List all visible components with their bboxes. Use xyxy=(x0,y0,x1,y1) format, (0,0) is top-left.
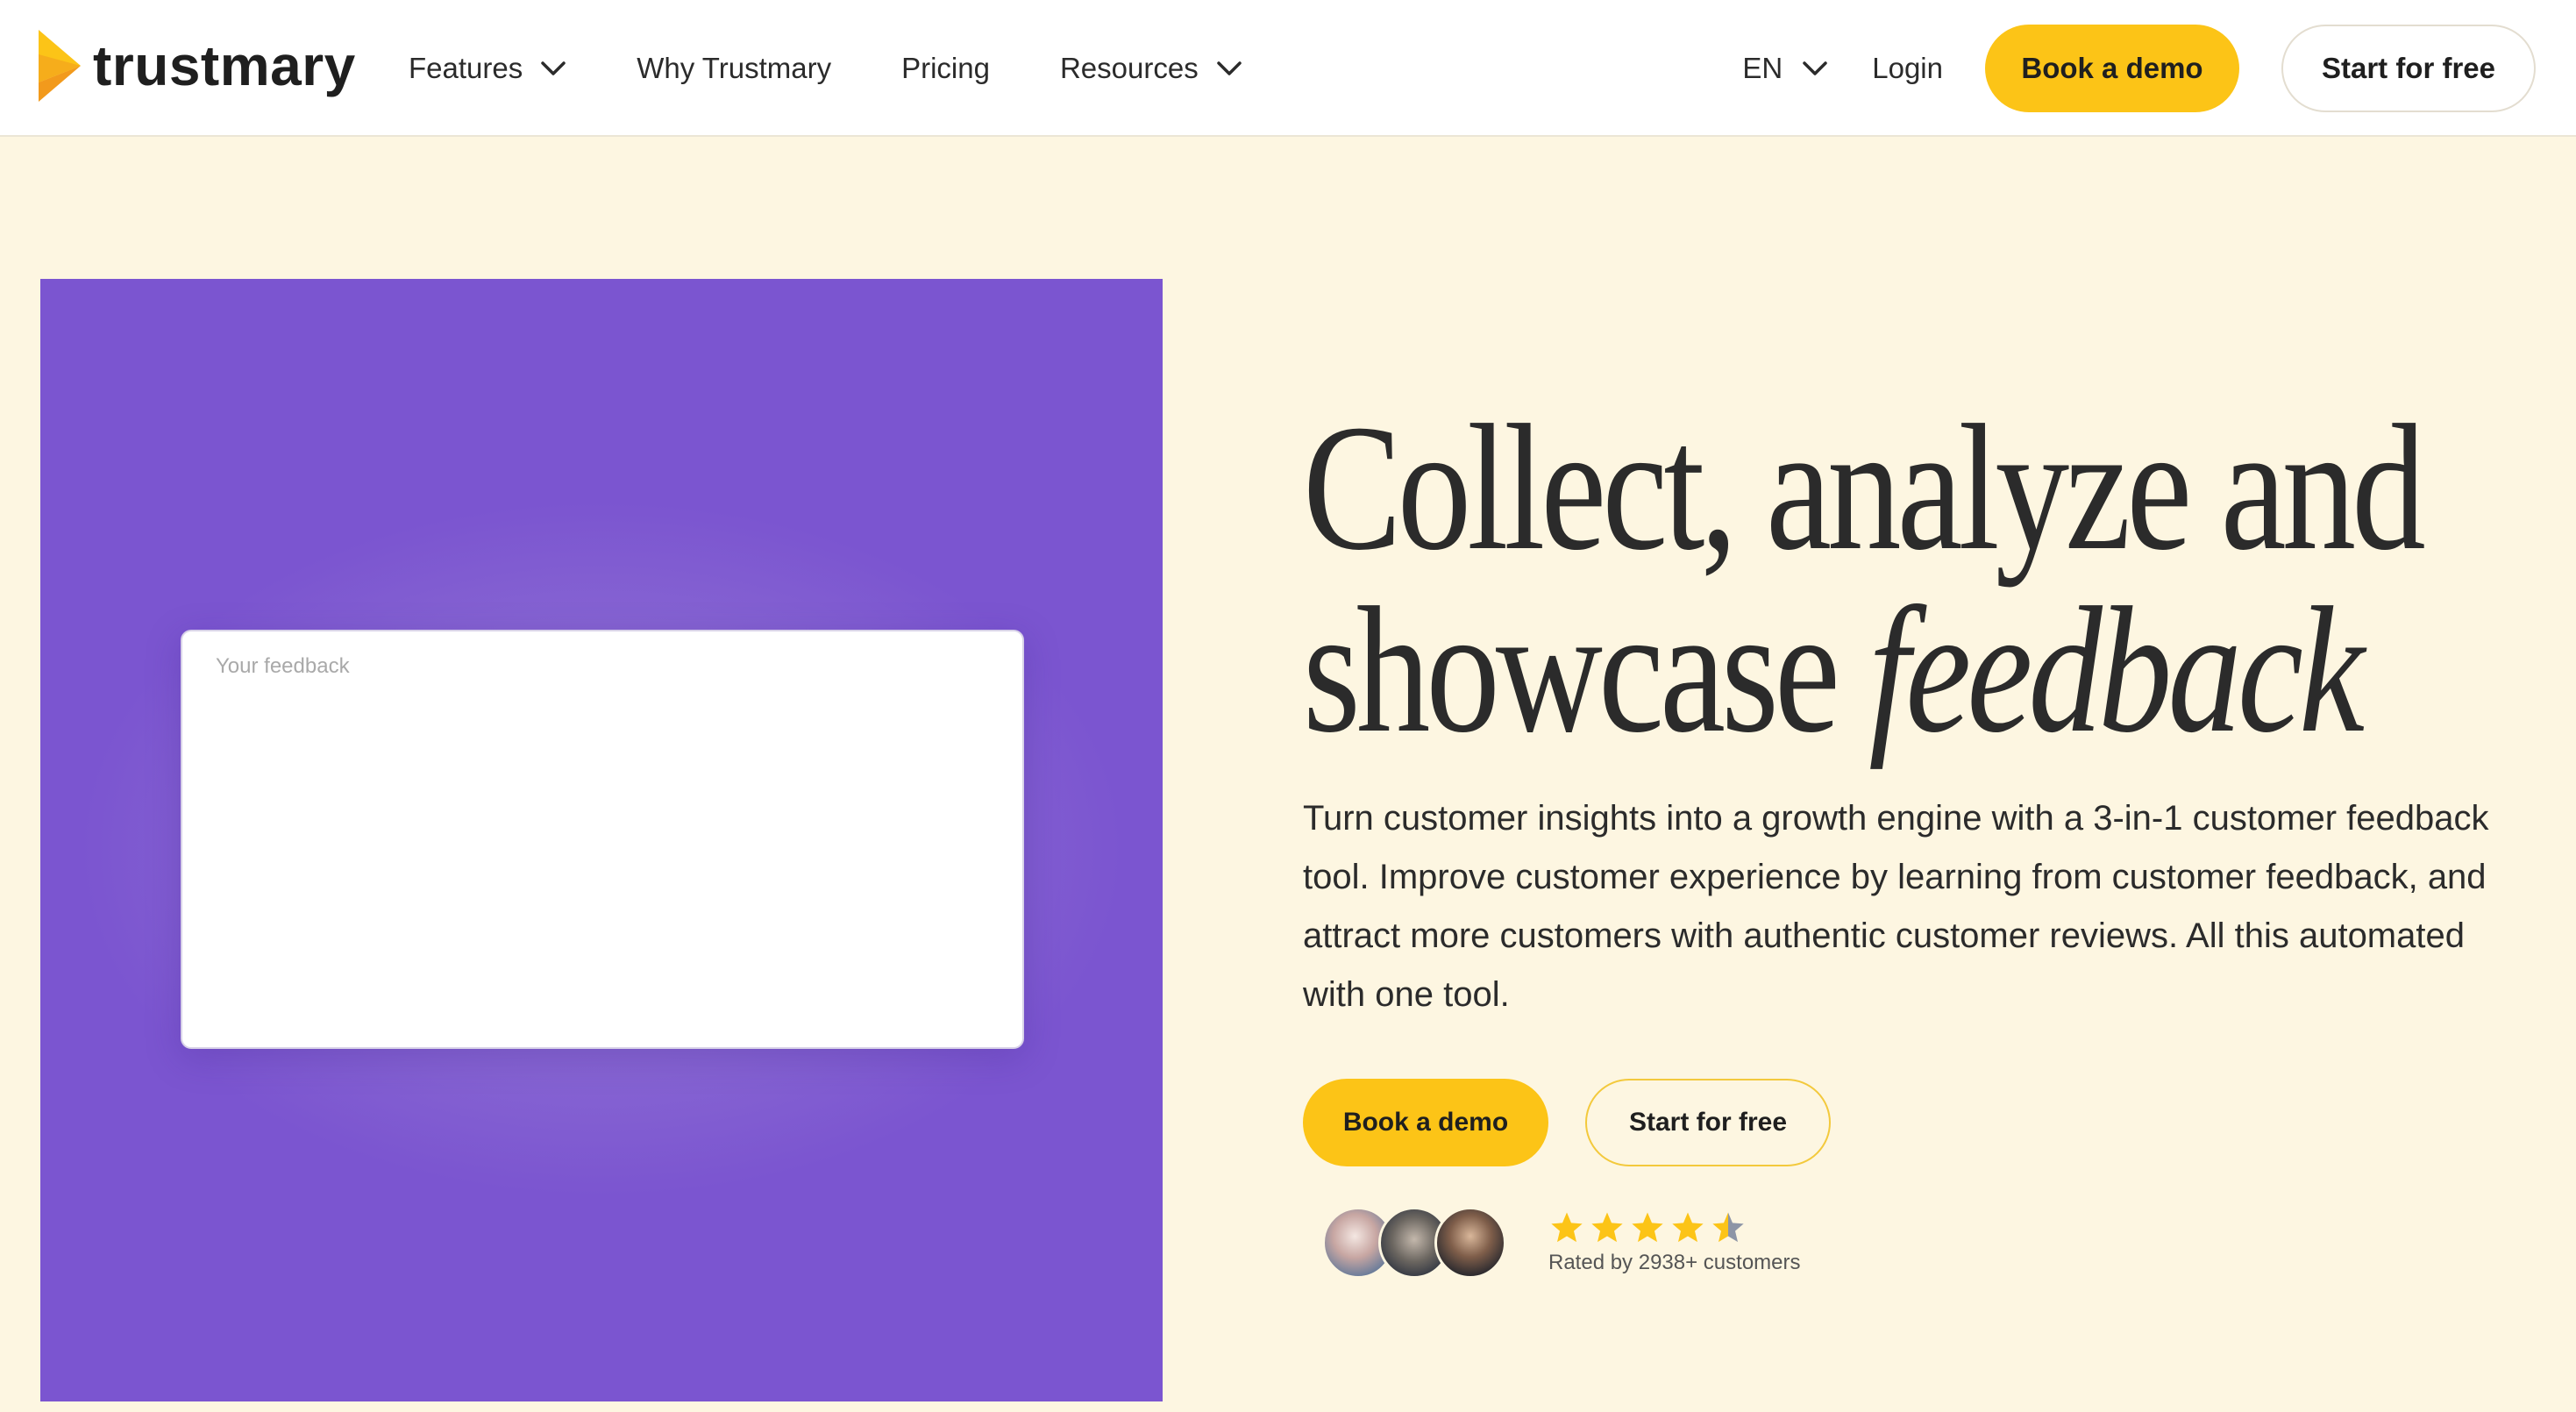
site-header: trustmary Features Why Trustmary Pricing… xyxy=(0,0,2576,137)
logo-mark-icon xyxy=(39,30,81,102)
star-icon xyxy=(1632,1212,1663,1243)
hero-title-emphasis: feedback xyxy=(1868,569,2365,770)
nav-features-label: Features xyxy=(409,52,523,84)
rated-by-text: Rated by 2938+ customers xyxy=(1548,1251,1801,1274)
hero-title-line1: Collect, analyze and xyxy=(1303,387,2426,588)
hero-description: Turn customer insights into a growth eng… xyxy=(1303,799,2489,1014)
customer-rating: Rated by 2938+ customers xyxy=(1303,1207,2530,1279)
hero-book-demo-button[interactable]: Book a demo xyxy=(1303,1079,1548,1166)
nav-features[interactable]: Features xyxy=(409,52,566,85)
language-selector[interactable]: EN xyxy=(1742,52,1828,85)
rating-summary: Rated by 2938+ customers xyxy=(1548,1210,1801,1275)
star-icon xyxy=(1591,1212,1623,1243)
hero-cta-row: Book a demo Start for free xyxy=(1303,1079,2530,1166)
star-icon xyxy=(1551,1212,1583,1243)
login-link[interactable]: Login xyxy=(1872,52,1943,85)
star-rating xyxy=(1548,1210,1801,1245)
nav-resources-label: Resources xyxy=(1059,52,1199,84)
nav-pricing-label: Pricing xyxy=(901,52,990,84)
logo-text: trustmary xyxy=(93,34,356,97)
header-start-free-button[interactable]: Start for free xyxy=(2281,25,2536,112)
nav-resources[interactable]: Resources xyxy=(1060,52,1242,85)
star-icon xyxy=(1672,1212,1704,1243)
hero-title-line2: showcase xyxy=(1303,569,1869,770)
hero-title: Collect, analyze and showcase feedback xyxy=(1303,396,2525,761)
feedback-textarea[interactable]: Your feedback xyxy=(181,630,1024,1049)
hero-visual-panel: Your feedback xyxy=(40,279,1163,1401)
feedback-placeholder: Your feedback xyxy=(216,654,350,678)
header-actions: EN Login Book a demo Start for free xyxy=(1742,0,2536,137)
logo[interactable]: trustmary xyxy=(39,30,356,102)
hero-start-free-button[interactable]: Start for free xyxy=(1585,1079,1831,1166)
chevron-down-icon xyxy=(1803,61,1827,75)
half-star-icon xyxy=(1712,1212,1744,1243)
language-label: EN xyxy=(1742,52,1783,84)
hero-content: Collect, analyze and showcase feedback T… xyxy=(1303,396,2530,1279)
main-nav: Features Why Trustmary Pricing Resources xyxy=(409,0,1313,137)
nav-why-trustmary[interactable]: Why Trustmary xyxy=(637,52,831,85)
chevron-down-icon xyxy=(1216,61,1242,75)
nav-pricing[interactable]: Pricing xyxy=(901,52,990,85)
nav-why-trustmary-label: Why Trustmary xyxy=(637,52,832,84)
customer-avatars xyxy=(1322,1207,1506,1279)
avatar xyxy=(1434,1207,1506,1279)
chevron-down-icon xyxy=(541,61,566,75)
header-book-demo-button[interactable]: Book a demo xyxy=(1985,25,2239,112)
